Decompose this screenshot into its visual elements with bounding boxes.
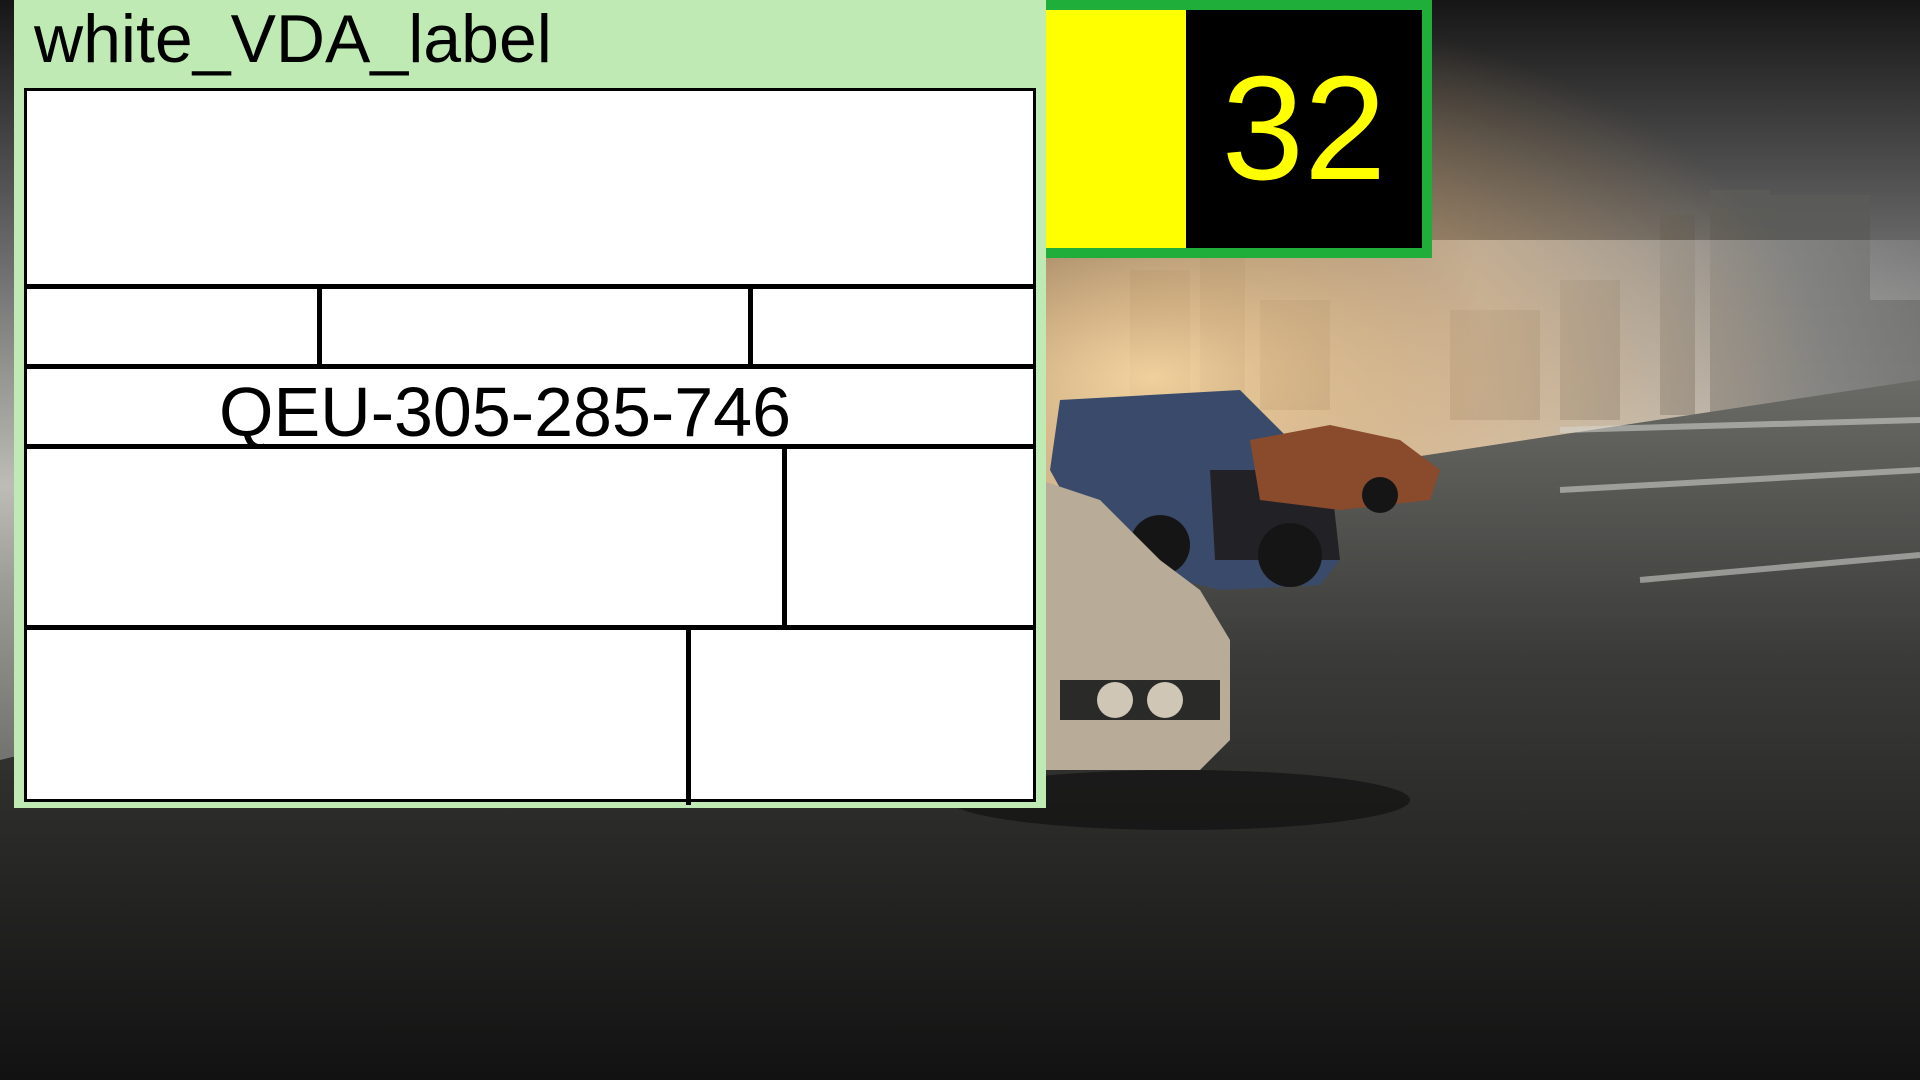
label-divider (748, 284, 753, 369)
counter-display: 32 (1186, 10, 1422, 248)
label-title: white_VDA_label (34, 1, 552, 77)
label-panel: white_VDA_label QEU-305-285-746 (14, 0, 1046, 808)
label-divider (782, 444, 787, 630)
label-divider (27, 625, 1033, 630)
label-code: QEU-305-285-746 (219, 373, 791, 451)
counter-yellow-block (1040, 10, 1186, 248)
screen: 32 white_VDA_label QEU-305-285-746 (0, 0, 1920, 1080)
label-divider (686, 625, 691, 805)
counter-box: 32 (1040, 0, 1432, 258)
counter-value: 32 (1221, 46, 1387, 211)
vda-label-sheet: QEU-305-285-746 (24, 88, 1036, 805)
label-divider (317, 284, 322, 369)
label-divider (27, 364, 1033, 369)
label-divider (27, 284, 1033, 289)
